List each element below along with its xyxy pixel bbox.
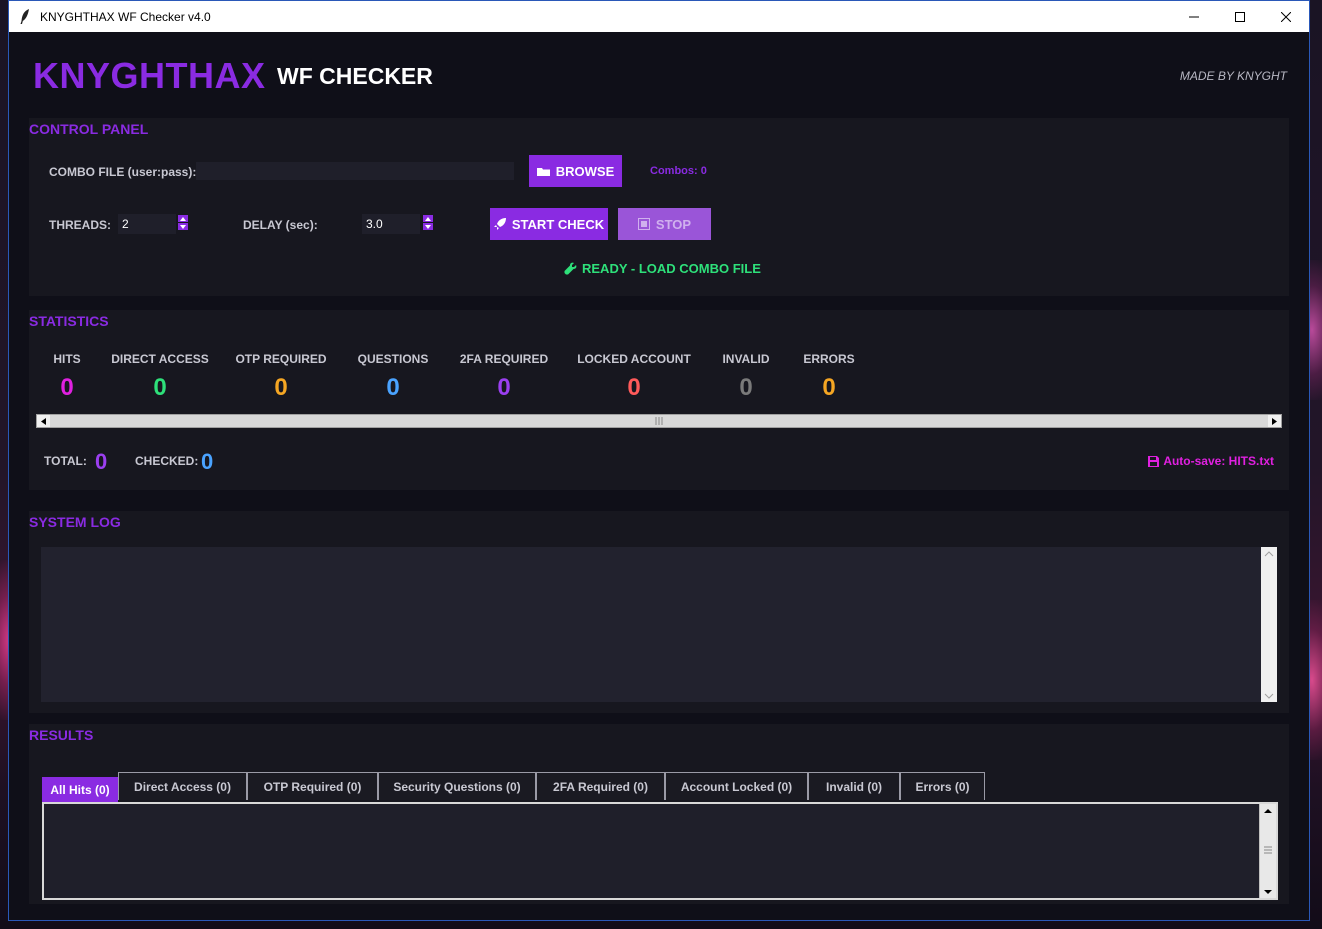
combo-file-label: COMBO FILE (user:pass):	[49, 165, 197, 179]
spin-up-icon[interactable]	[178, 215, 188, 222]
scroll-grip-icon[interactable]	[1260, 844, 1276, 856]
app-content: KNYGHTHAX WF CHECKER MADE BY KNYGHT CONT…	[9, 32, 1309, 920]
stat-label: 2FA REQUIRED	[459, 352, 549, 366]
status-text: READY - LOAD COMBO FILE	[564, 261, 761, 276]
checked-label: CHECKED:	[135, 454, 199, 468]
results-tab-account-locked[interactable]: Account Locked (0)	[665, 772, 808, 800]
system-log-panel: SYSTEM LOG	[29, 511, 1289, 713]
results-tab-direct-access[interactable]: Direct Access (0)	[118, 772, 247, 800]
scroll-thumb[interactable]	[50, 415, 1268, 427]
results-panel: RESULTS All Hits (0) Direct Access (0) OTP…	[29, 724, 1289, 904]
scroll-down-icon[interactable]	[1260, 886, 1276, 898]
maximize-icon	[1235, 11, 1245, 22]
stat-2fa-required: 2FA REQUIRED 0	[444, 352, 564, 402]
results-title: RESULTS	[29, 727, 94, 743]
results-tab-otp-required[interactable]: OTP Required (0)	[247, 772, 378, 800]
results-tab-security-questions[interactable]: Security Questions (0)	[378, 772, 536, 800]
feather-icon	[18, 9, 32, 25]
combo-file-input[interactable]	[196, 162, 514, 180]
scroll-up-icon[interactable]	[1260, 805, 1276, 817]
stat-value: 0	[153, 374, 167, 401]
window-title: KNYGHTHAX WF Checker v4.0	[40, 9, 211, 24]
app-subtitle: WF CHECKER	[277, 63, 433, 89]
browse-button[interactable]: BROWSE	[529, 155, 622, 187]
minimize-icon	[1189, 16, 1199, 17]
scroll-down-icon[interactable]	[1261, 690, 1277, 702]
rocket-icon	[493, 218, 506, 230]
autosave-indicator: Auto-save: HITS.txt	[1148, 454, 1274, 468]
spin-down-icon[interactable]	[178, 223, 188, 230]
stat-label: QUESTIONS	[357, 352, 429, 366]
total-value: 0	[95, 449, 108, 474]
close-icon	[1281, 11, 1291, 22]
results-tab-all-hits[interactable]: All Hits (0)	[42, 777, 118, 802]
stop-label: STOP	[655, 216, 692, 232]
stop-icon	[637, 218, 650, 230]
stat-label: LOCKED ACCOUNT	[577, 352, 691, 366]
control-panel: CONTROL PANEL COMBO FILE (user:pass): BR…	[29, 118, 1289, 296]
app-window: KNYGHTHAX WF Checker v4.0 KNYGHTHAX WF C…	[8, 0, 1310, 921]
stat-value: 0	[386, 374, 400, 401]
scroll-right-icon[interactable]	[1268, 415, 1281, 427]
stat-otp-required: OTP REQUIRED 0	[221, 352, 341, 402]
title-bar[interactable]: KNYGHTHAX WF Checker v4.0	[9, 1, 1309, 32]
horizontal-scrollbar[interactable]	[36, 414, 1282, 428]
save-icon	[1148, 455, 1160, 467]
stat-direct-access: DIRECT ACCESS 0	[100, 352, 220, 402]
scroll-left-icon[interactable]	[37, 415, 50, 427]
total-label: TOTAL:	[44, 454, 87, 468]
delay-spinbox[interactable]	[362, 214, 420, 234]
close-button[interactable]	[1263, 1, 1309, 32]
stop-button[interactable]: STOP	[618, 208, 711, 240]
results-tab-errors[interactable]: Errors (0)	[900, 772, 985, 800]
status-label: READY - LOAD COMBO FILE	[582, 261, 761, 276]
browse-label: BROWSE	[555, 163, 615, 179]
scroll-up-icon[interactable]	[1261, 548, 1277, 560]
system-log-textarea[interactable]	[41, 547, 1263, 702]
credit-text: MADE BY KNYGHT	[1179, 69, 1287, 83]
wrench-icon	[564, 262, 577, 275]
stat-value: 0	[627, 374, 641, 401]
threads-label: THREADS:	[49, 218, 111, 232]
spin-up-icon[interactable]	[423, 215, 433, 222]
stat-label: ERRORS	[803, 352, 855, 366]
minimize-button[interactable]	[1171, 1, 1217, 32]
log-vertical-scrollbar[interactable]	[1261, 547, 1277, 702]
system-log-title: SYSTEM LOG	[29, 514, 121, 530]
checked-value: 0	[201, 449, 214, 474]
start-check-button[interactable]: START CHECK	[490, 208, 608, 240]
control-panel-title: CONTROL PANEL	[29, 121, 149, 137]
threads-spinbox[interactable]	[118, 214, 176, 234]
delay-spinner[interactable]	[423, 215, 433, 230]
threads-spinner[interactable]	[178, 215, 188, 230]
spin-down-icon[interactable]	[423, 223, 433, 230]
results-vertical-scrollbar[interactable]	[1259, 804, 1276, 898]
stat-value: 0	[822, 374, 836, 401]
stat-value: 0	[274, 374, 288, 401]
stat-value: 0	[497, 374, 511, 401]
results-tab-invalid[interactable]: Invalid (0)	[808, 772, 900, 800]
results-list[interactable]	[42, 802, 1278, 900]
statistics-title: STATISTICS	[29, 313, 109, 329]
combos-count: Combos: 0	[650, 165, 707, 177]
stat-questions: QUESTIONS 0	[333, 352, 453, 402]
start-check-label: START CHECK	[511, 216, 605, 232]
maximize-button[interactable]	[1217, 1, 1263, 32]
brand-title: KNYGHTHAX	[33, 55, 266, 96]
delay-label: DELAY (sec):	[243, 218, 318, 232]
statistics-panel: STATISTICS HITS 0 DIRECT ACCESS 0 OTP REQUIR…	[29, 310, 1289, 490]
stat-label: DIRECT ACCESS	[111, 352, 209, 366]
results-tab-2fa-required[interactable]: 2FA Required (0)	[536, 772, 665, 800]
autosave-label: Auto-save: HITS.txt	[1163, 454, 1274, 468]
stat-label: OTP REQUIRED	[235, 352, 327, 366]
stat-locked-account: LOCKED ACCOUNT 0	[574, 352, 694, 402]
stat-errors: ERRORS 0	[769, 352, 889, 402]
folder-icon	[536, 168, 550, 176]
